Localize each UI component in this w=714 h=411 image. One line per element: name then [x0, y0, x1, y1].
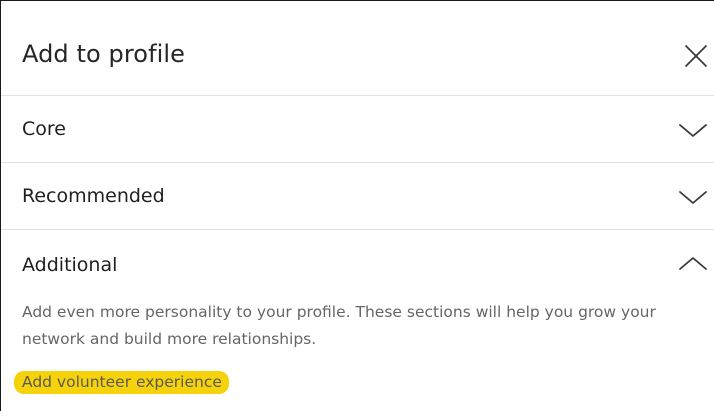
- section-additional-label: Additional: [22, 254, 118, 276]
- section-additional-header[interactable]: Additional: [1, 230, 714, 294]
- section-recommended-label: Recommended: [22, 185, 165, 207]
- chevron-down-icon: [679, 124, 707, 137]
- close-button[interactable]: [683, 43, 709, 69]
- close-icon: [685, 45, 707, 67]
- section-core-label: Core: [22, 118, 66, 140]
- chevron-down-icon: [679, 191, 707, 204]
- section-recommended[interactable]: Recommended: [1, 163, 714, 230]
- add-volunteer-experience-link[interactable]: Add volunteer experience: [14, 371, 229, 394]
- section-additional-description: Add even more personality to your profil…: [22, 303, 656, 348]
- section-core[interactable]: Core: [1, 96, 714, 163]
- dialog-title: Add to profile: [22, 40, 186, 68]
- chevron-up-icon: [679, 257, 707, 270]
- section-additional: Additional Add even more personality to …: [1, 230, 714, 411]
- dialog-header: Add to profile: [1, 1, 714, 96]
- add-to-profile-dialog: Add to profile Core Recommended Addition…: [0, 0, 714, 411]
